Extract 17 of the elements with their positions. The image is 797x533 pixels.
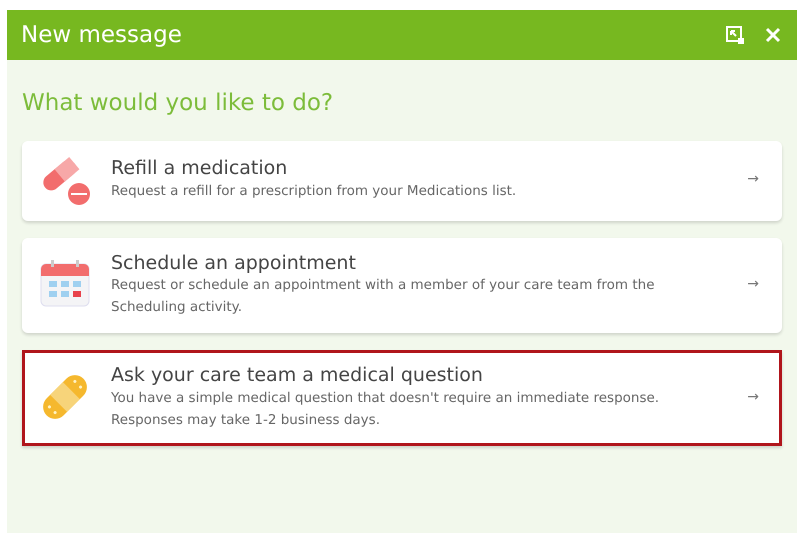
prompt-heading: What would you like to do? xyxy=(22,89,334,118)
popout-icon xyxy=(725,25,745,45)
arrow-icon: → xyxy=(727,169,759,190)
option-description: You have a simple medical question that doesn't require an immediate response. Responses may take 1-2 business days. xyxy=(111,389,660,430)
option-card[interactable]: Schedule an appointment Request or schedule an appointment with a member of your care team from the Scheduling activity. → xyxy=(22,238,782,334)
option-description: Request a refill for a prescription from your Medications list. xyxy=(111,182,518,202)
option-title: Schedule an appointment xyxy=(111,250,357,276)
option-title: Refill a medication xyxy=(111,156,288,182)
arrow-icon: → xyxy=(727,386,759,408)
option-card[interactable]: Refill a medication Request a refill for a prescription from your Medications list. → xyxy=(22,140,782,220)
option-description: Request or schedule an appointment with a member of your care team from the Scheduling activity. xyxy=(111,276,656,317)
close-icon xyxy=(765,27,781,44)
arrow-icon: → xyxy=(727,274,759,295)
option-card[interactable]: Ask your care team a medical question You have a simple medical question that doesn't require an immediate response. Responses may take 1-2 business days. → xyxy=(22,350,782,446)
option-title: Ask your care team a medical question xyxy=(111,363,484,388)
window-title: New message xyxy=(21,20,182,50)
popout-button[interactable] xyxy=(723,23,747,47)
